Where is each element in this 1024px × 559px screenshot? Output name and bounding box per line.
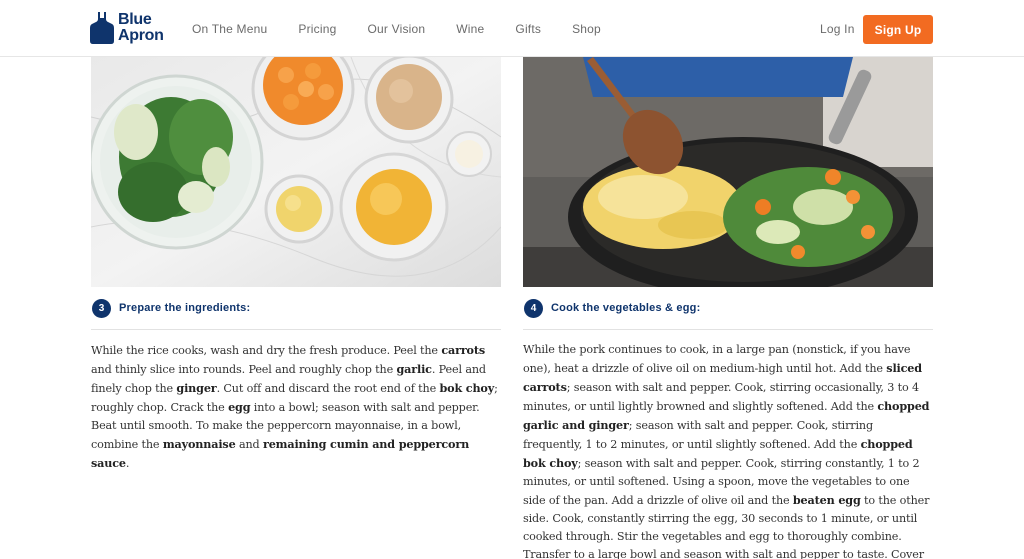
nav-gifts[interactable]: Gifts [515,22,541,36]
instruction-text: While the pork continues to cook, in a l… [523,343,911,375]
ingredient-highlight: carrots [441,343,486,357]
nav-on-the-menu[interactable]: On The Menu [192,22,267,36]
vegetables-in-pan-photo [523,57,933,287]
prepared-ingredients-photo [91,57,501,287]
instruction-text: . Cut off and discard the root end of th… [216,382,440,395]
ingredient-highlight: mayonnaise [162,437,236,451]
ingredient-highlight: ginger [176,381,217,395]
signup-button[interactable]: Sign Up [863,15,933,44]
logo-line-1: Blue [118,11,152,28]
instruction-text: ; season with salt and pepper. Cook, sti… [523,381,919,413]
step-3-header: 3 Prepare the ingredients: [91,287,501,330]
nav-our-vision[interactable]: Our Vision [367,22,425,36]
login-link[interactable]: Log In [820,22,855,36]
instruction-text: While the rice cooks, wash and dry the f… [91,344,442,357]
instruction-text: and thinly slice into rounds. Peel and r… [91,363,397,376]
main-nav: On The Menu Pricing Our Vision Wine Gift… [192,0,632,57]
logo-wordmark: Blue Apron [118,12,164,44]
ingredient-highlight: egg [228,400,251,414]
logo-line-2: Apron [118,27,164,44]
recipe-step-3: 3 Prepare the ingredients: While the ric… [91,57,501,473]
step-number-badge: 4 [524,298,543,318]
instruction-text: . [125,457,130,470]
step-number-badge: 3 [92,298,111,318]
nav-wine[interactable]: Wine [456,22,484,36]
site-header: Blue Apron On The Menu Pricing Our Visio… [0,0,1024,57]
step-4-header: 4 Cook the vegetables & egg: [523,287,933,330]
step-4-instructions: While the pork continues to cook, in a l… [523,341,933,559]
step-title: Prepare the ingredients: [119,302,251,314]
ingredient-highlight: garlic [396,362,432,376]
instruction-text: and [235,438,263,451]
apron-logo-icon [90,12,114,44]
nav-shop[interactable]: Shop [572,22,601,36]
ingredient-highlight: bok choy [439,381,495,395]
blue-apron-logo[interactable]: Blue Apron [90,10,164,46]
ingredient-highlight: beaten egg [792,493,861,507]
step-title: Cook the vegetables & egg: [551,302,701,314]
step-3-instructions: While the rice cooks, wash and dry the f… [91,341,501,473]
recipe-step-4: 4 Cook the vegetables & egg: While the p… [523,57,933,559]
nav-pricing[interactable]: Pricing [298,22,336,36]
